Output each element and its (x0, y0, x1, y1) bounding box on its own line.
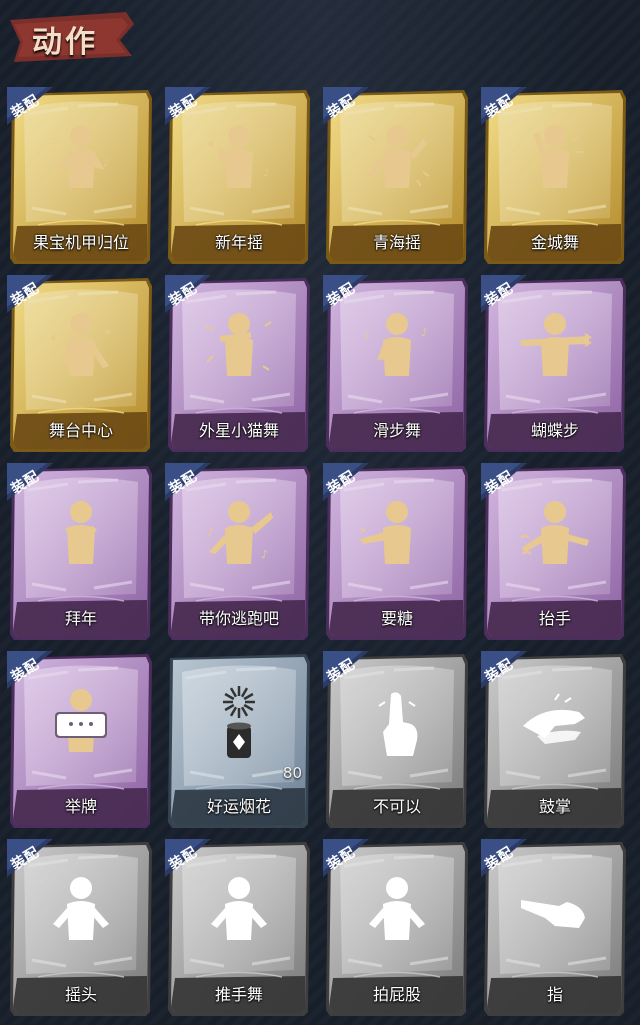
action-card[interactable]: 摇头 装配 (7, 839, 154, 1018)
action-card[interactable]: 拜年 装配 (7, 463, 154, 642)
figure-raise-hands-icon (515, 494, 595, 574)
action-card[interactable]: ♪ 新年摇 装配 (165, 87, 312, 266)
figure-shake-head-icon (41, 870, 121, 950)
card-label: 青海摇 (372, 233, 421, 252)
card-label: 摇头 (64, 985, 97, 1004)
card-label: 好运烟花 (206, 797, 271, 816)
figure-pose-icon: ✦ ✦ (41, 306, 121, 386)
card-label: 外星小猫舞 (198, 421, 279, 440)
svg-text:♪: ♪ (263, 168, 269, 179)
action-card[interactable]: ✦ ✦ 舞台中心 装配 (7, 275, 154, 454)
card-label: 滑步舞 (372, 421, 421, 440)
card-label: 要糖 (380, 609, 413, 628)
svg-text:♪: ♪ (51, 136, 57, 147)
action-card[interactable]: ♪ ♪ 带你逃跑吧 装配 (165, 463, 312, 642)
figure-arms-out-icon (515, 306, 595, 386)
action-card[interactable]: 蝴蝶步 装配 (481, 275, 628, 454)
card-label: 鼓掌 (538, 797, 571, 816)
card-label: 带你逃跑吧 (198, 609, 279, 628)
finger-no-icon (357, 682, 437, 762)
action-card[interactable]: 要糖 装配 (323, 463, 470, 642)
figure-sign-icon (41, 682, 121, 762)
card-label: 抬手 (538, 609, 571, 628)
figure-dance-icon (357, 118, 437, 198)
svg-text:♪: ♪ (421, 326, 428, 339)
card-label: 蝴蝶步 (530, 421, 579, 440)
card-label: 金城舞 (530, 233, 579, 252)
svg-text:♪: ♪ (363, 330, 370, 343)
card-label: 不可以 (372, 797, 421, 816)
card-label: 舞台中心 (48, 421, 113, 440)
item-count: 80 (282, 764, 302, 782)
firework-icon (199, 682, 279, 762)
svg-text:♪: ♪ (207, 526, 214, 539)
figure-slide-step-icon: ♪ ♪ (357, 306, 437, 386)
svg-text:✦: ✦ (49, 332, 58, 345)
header: 动作 (0, 0, 640, 70)
action-card[interactable]: 外星小猫舞 装配 (165, 275, 312, 454)
action-card[interactable]: ✦ 金城舞 装配 (481, 87, 628, 266)
card-label: 指 (546, 985, 563, 1004)
action-card[interactable]: 拍屁股 装配 (323, 839, 470, 1018)
action-card[interactable]: ♪ ♪ 果宝机甲归位 装配 (7, 87, 154, 266)
figure-point-run-icon: ♪ ♪ (199, 494, 279, 574)
svg-text:♪: ♪ (103, 158, 109, 169)
card-label: 果宝机甲归位 (32, 233, 129, 252)
action-card[interactable]: 青海摇 装配 (323, 87, 470, 266)
svg-text:♪: ♪ (261, 548, 268, 561)
action-grid: ♪ ♪ 果宝机甲归位 装配 ♪ 新年摇 装配 青海摇 装配 ✦ 金城舞 装配 ✦… (0, 87, 640, 1025)
figure-cat-dance-icon (199, 306, 279, 386)
action-card[interactable]: ♪ ♪ 滑步舞 装配 (323, 275, 470, 454)
action-card[interactable]: 不可以 装配 (323, 651, 470, 830)
pointing-hand-icon (515, 870, 595, 950)
card-label: 举牌 (64, 797, 97, 816)
clap-hands-icon (515, 682, 595, 762)
action-card[interactable]: 举牌 装配 (7, 651, 154, 830)
page-title: 动作 (32, 25, 98, 60)
action-card[interactable]: 鼓掌 装配 (481, 651, 628, 830)
figure-bend-icon (357, 870, 437, 950)
figure-reach-out-icon (357, 494, 437, 574)
action-card[interactable]: 抬手 装配 (481, 463, 628, 642)
action-card[interactable]: 推手舞 装配 (165, 839, 312, 1018)
svg-text:✦: ✦ (523, 174, 531, 185)
card-label: 拍屁股 (372, 985, 421, 1004)
svg-text:✦: ✦ (103, 326, 112, 339)
figure-push-hands-icon (199, 870, 279, 950)
card-label: 推手舞 (214, 985, 263, 1004)
action-card[interactable]: 好运烟花 80 (166, 652, 312, 830)
action-card[interactable]: 指装配 (481, 839, 628, 1018)
figure-clasped-hands-icon: ♪ (199, 118, 279, 198)
figure-bow-greeting-icon (41, 494, 121, 574)
figure-hand-up-icon: ✦ (515, 118, 595, 198)
figure-hands-chest-icon: ♪ ♪ (41, 118, 121, 198)
card-label: 新年摇 (214, 233, 263, 252)
card-label: 拜年 (64, 609, 97, 628)
